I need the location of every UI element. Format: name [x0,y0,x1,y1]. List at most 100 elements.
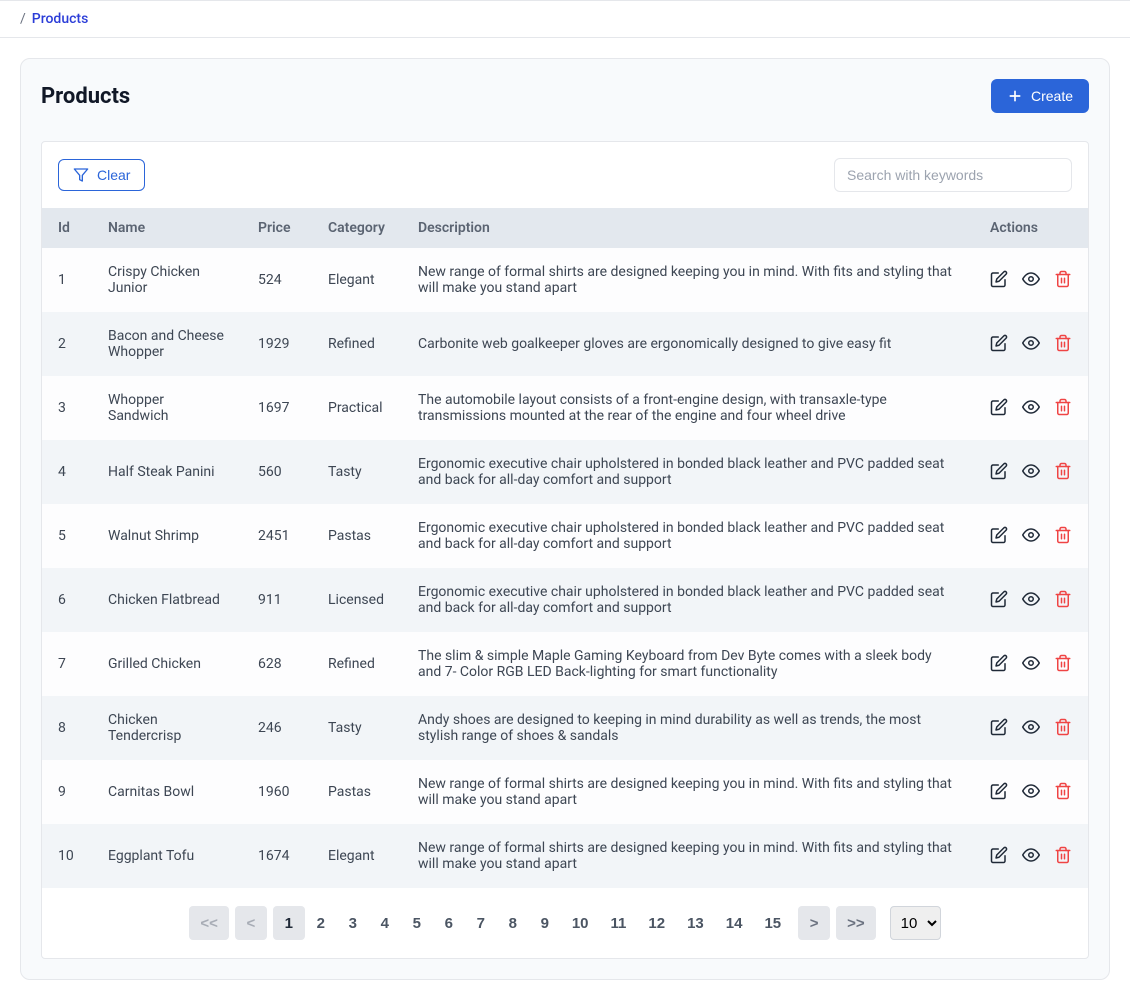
col-header-price[interactable]: Price [242,208,312,248]
edit-button[interactable] [990,270,1008,291]
page-3[interactable]: 3 [337,906,369,940]
page-1[interactable]: 1 [273,906,305,940]
delete-button[interactable] [1054,846,1072,867]
cell-description: The slim & simple Maple Gaming Keyboard … [402,632,974,696]
page-last[interactable]: >> [836,906,876,940]
col-header-id[interactable]: Id [42,208,92,248]
cell-price: 1697 [242,376,312,440]
search-input[interactable] [834,158,1072,192]
cell-description: Ergonomic executive chair upholstered in… [402,440,974,504]
page-5[interactable]: 5 [401,906,433,940]
page-12[interactable]: 12 [637,906,676,940]
delete-button[interactable] [1054,718,1072,739]
edit-icon [990,590,1008,611]
view-button[interactable] [1022,526,1040,547]
cell-name: Chicken Flatbread [92,568,242,632]
edit-button[interactable] [990,334,1008,355]
cell-category: Pastas [312,504,402,568]
page-prev[interactable]: < [235,906,267,940]
breadcrumb: / Products [0,0,1130,38]
view-button[interactable] [1022,654,1040,675]
page-4[interactable]: 4 [369,906,401,940]
edit-button[interactable] [990,590,1008,611]
col-header-category[interactable]: Category [312,208,402,248]
products-table: Id Name Price Category Description Actio… [42,208,1088,888]
cell-category: Refined [312,632,402,696]
create-button[interactable]: Create [991,79,1089,113]
page-2[interactable]: 2 [305,906,337,940]
page-8[interactable]: 8 [497,906,529,940]
view-button[interactable] [1022,782,1040,803]
edit-button[interactable] [990,782,1008,803]
page-next[interactable]: > [798,906,830,940]
page-size-select[interactable]: 10 [890,906,941,940]
edit-button[interactable] [990,398,1008,419]
edit-button[interactable] [990,526,1008,547]
eye-icon [1022,590,1040,611]
edit-button[interactable] [990,654,1008,675]
cell-id: 9 [42,760,92,824]
cell-category: Pastas [312,760,402,824]
cell-price: 628 [242,632,312,696]
cell-category: Refined [312,312,402,376]
delete-button[interactable] [1054,334,1072,355]
view-button[interactable] [1022,590,1040,611]
trash-icon [1054,782,1072,803]
col-header-actions: Actions [974,208,1088,248]
table-row: 4Half Steak Panini560TastyErgonomic exec… [42,440,1088,504]
trash-icon [1054,526,1072,547]
breadcrumb-current[interactable]: Products [32,11,89,27]
cell-category: Elegant [312,824,402,888]
col-header-description[interactable]: Description [402,208,974,248]
page-9[interactable]: 9 [529,906,561,940]
page-15[interactable]: 15 [753,906,792,940]
edit-icon [990,398,1008,419]
view-button[interactable] [1022,398,1040,419]
cell-price: 911 [242,568,312,632]
table-row: 8Chicken Tendercrisp246TastyAndy shoes a… [42,696,1088,760]
page-6[interactable]: 6 [433,906,465,940]
trash-icon [1054,398,1072,419]
page-13[interactable]: 13 [676,906,715,940]
edit-button[interactable] [990,462,1008,483]
delete-button[interactable] [1054,782,1072,803]
trash-icon [1054,462,1072,483]
col-header-name[interactable]: Name [92,208,242,248]
view-button[interactable] [1022,462,1040,483]
table-row: 7Grilled Chicken628RefinedThe slim & sim… [42,632,1088,696]
edit-icon [990,462,1008,483]
trash-icon [1054,590,1072,611]
delete-button[interactable] [1054,462,1072,483]
edit-button[interactable] [990,718,1008,739]
page-14[interactable]: 14 [715,906,754,940]
view-button[interactable] [1022,718,1040,739]
pagination: << < 123456789101112131415 > >> 10 [42,888,1088,958]
page-title: Products [41,84,130,109]
page-7[interactable]: 7 [465,906,497,940]
edit-icon [990,526,1008,547]
page-first[interactable]: << [189,906,229,940]
page-11[interactable]: 11 [600,906,638,940]
trash-icon [1054,334,1072,355]
cell-name: Whopper Sandwich [92,376,242,440]
cell-price: 1929 [242,312,312,376]
cell-name: Carnitas Bowl [92,760,242,824]
delete-button[interactable] [1054,590,1072,611]
cell-description: Carbonite web goalkeeper gloves are ergo… [402,312,974,376]
edit-icon [990,846,1008,867]
edit-button[interactable] [990,846,1008,867]
table-row: 3Whopper Sandwich1697PracticalThe automo… [42,376,1088,440]
cell-id: 2 [42,312,92,376]
view-button[interactable] [1022,334,1040,355]
delete-button[interactable] [1054,270,1072,291]
delete-button[interactable] [1054,654,1072,675]
view-button[interactable] [1022,846,1040,867]
view-button[interactable] [1022,270,1040,291]
page-10[interactable]: 10 [561,906,600,940]
eye-icon [1022,782,1040,803]
cell-category: Practical [312,376,402,440]
cell-id: 4 [42,440,92,504]
delete-button[interactable] [1054,526,1072,547]
delete-button[interactable] [1054,398,1072,419]
clear-filter-button[interactable]: Clear [58,159,145,191]
